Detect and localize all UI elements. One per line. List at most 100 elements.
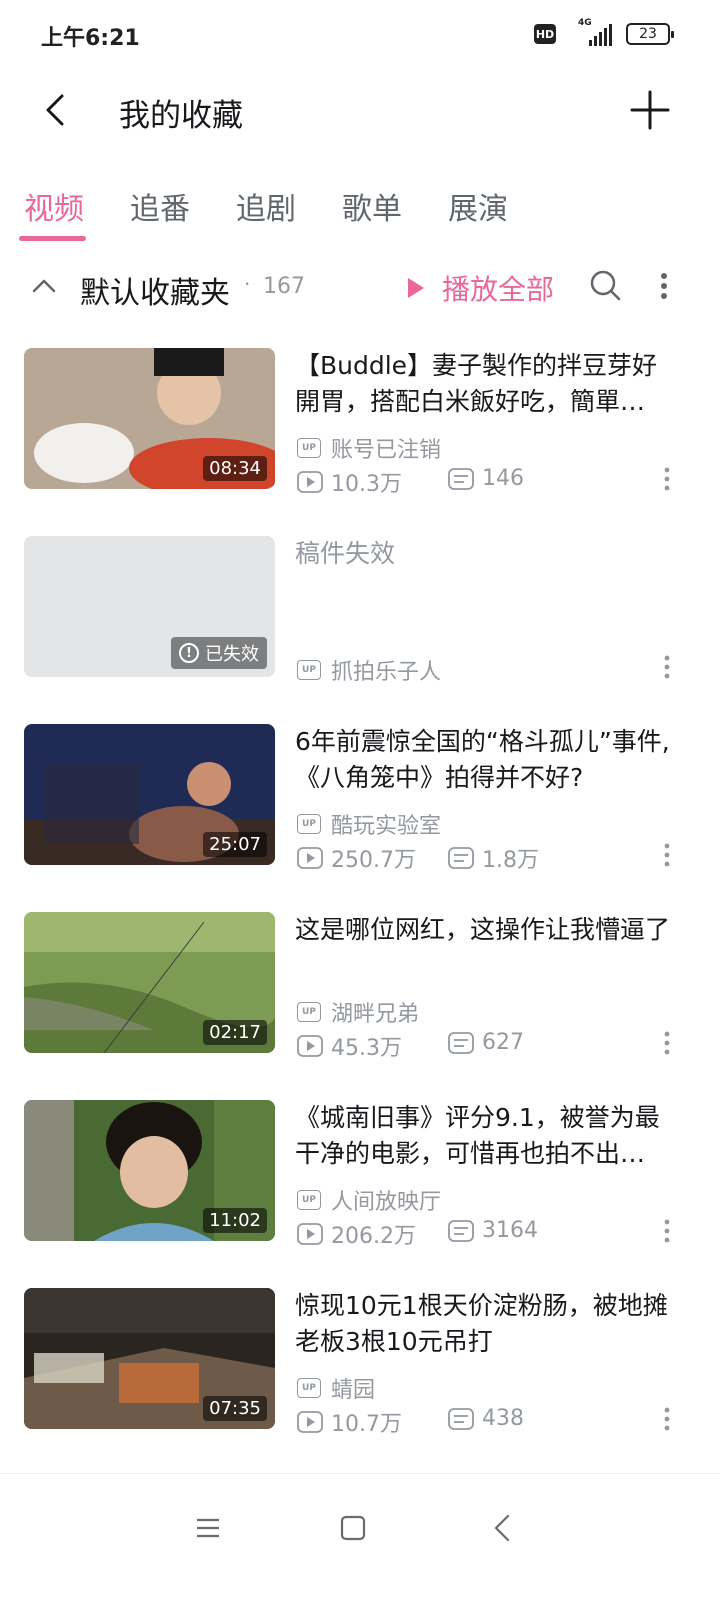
views-count: 206.2万 [331,1224,416,1249]
video-more-button[interactable] [658,654,676,680]
video-item[interactable]: 25:07 6年前震惊全国的“格斗孤儿”事件,《八角笼中》拍得并不好? UP 酷… [0,706,720,873]
more-vertical-icon [664,843,670,867]
video-views: 250.7万 [297,842,416,874]
battery-icon: 23 [626,23,674,45]
video-duration: 08:34 [203,456,267,481]
home-square-icon [340,1515,366,1541]
video-duration: 07:35 [203,1396,267,1421]
play-all-button[interactable]: 播放全部 [408,268,554,308]
video-more-button[interactable] [658,1218,676,1244]
uploader-name: 账号已注销 [331,438,442,463]
danmaku-icon [448,1031,474,1054]
system-nav-bar [0,1473,720,1600]
video-more-button[interactable] [658,842,676,868]
tab-video[interactable]: 视频 [24,184,84,228]
uploader-name: 抓拍乐子人 [331,660,442,685]
video-title: 这是哪位网红，这操作让我懵逼了 [295,915,671,944]
video-danmaku: 438 [448,1406,524,1431]
chevron-left-icon [46,94,64,126]
video-danmaku: 627 [448,1030,524,1055]
tab-anime[interactable]: 追番 [130,184,190,228]
header: 我的收藏 [0,68,720,152]
video-more-button[interactable] [658,1406,676,1432]
danmaku-count: 146 [482,466,524,491]
video-thumbnail: 02:17 [24,912,275,1053]
page-title: 我的收藏 [119,98,243,134]
danmaku-count: 627 [482,1030,524,1055]
video-views: 10.3万 [297,466,402,498]
video-uploader: UP 酷玩实验室 [297,808,441,840]
collapse-button[interactable] [30,272,58,300]
tab-playlist[interactable]: 歌单 [342,184,402,228]
video-item[interactable]: 11:02 《城南旧事》评分9.1，被誉为最干净的电影，可惜再也拍不出… UP … [0,1082,720,1249]
menu-icon [197,1518,219,1538]
danmaku-count: 3164 [482,1218,538,1243]
search-icon [590,270,621,301]
video-duration: 02:17 [203,1020,267,1045]
add-button[interactable] [628,88,672,132]
more-vertical-icon [664,1407,670,1431]
video-duration: 25:07 [203,832,267,857]
uploader-name: 人间放映厅 [331,1190,442,1215]
video-uploader: UP 账号已注销 [297,432,441,464]
views-count: 250.7万 [331,848,416,873]
views-count: 10.3万 [331,472,402,497]
danmaku-count: 1.8万 [482,848,539,873]
more-vertical-icon [664,655,670,679]
video-danmaku: 146 [448,466,524,491]
video-more-button[interactable] [658,466,676,492]
status-bar: 上午6:21 HD 4G 23 [0,0,720,68]
more-vertical-icon [664,467,670,491]
video-title: 稿件失效 [295,539,396,568]
back-button[interactable] [36,88,76,132]
video-title: 《城南旧事》评分9.1，被誉为最干净的电影，可惜再也拍不出… [295,1103,660,1168]
play-count-icon [297,1411,323,1433]
video-item-invalid[interactable]: ! 已失效 稿件失效 UP 抓拍乐子人 [0,518,720,685]
video-views: 45.3万 [297,1030,402,1062]
more-vertical-icon [664,1031,670,1055]
danmaku-icon [448,847,474,869]
tab-show[interactable]: 展演 [448,184,508,228]
video-more-button[interactable] [658,1030,676,1056]
folder-header: 默认收藏夹 · 167 播放全部 [0,258,720,316]
uploader-name: 蜻园 [331,1378,376,1403]
status-icons: HD 4G 23 [534,18,674,46]
danmaku-icon [448,1407,474,1430]
folder-more-button[interactable] [650,268,678,304]
video-danmaku: 3164 [448,1218,538,1243]
danmaku-icon [448,467,474,490]
chevron-left-icon [494,1514,510,1542]
more-vertical-icon [664,1219,670,1243]
more-vertical-icon [661,273,667,299]
video-item[interactable]: 02:17 这是哪位网红，这操作让我懵逼了 UP 湖畔兄弟 45.3万 627 [0,894,720,1061]
video-title: 6年前震惊全国的“格斗孤儿”事件,《八角笼中》拍得并不好? [295,727,670,792]
uploader-name: 酷玩实验室 [331,814,442,839]
video-item[interactable]: 08:34 【Buddle】妻子製作的拌豆芽好開胃，搭配白米飯好吃，簡單… UP… [0,330,720,497]
play-count-icon [297,1035,323,1057]
play-icon [408,278,424,298]
play-count-icon [297,1223,323,1245]
home-button[interactable] [333,1508,373,1548]
menu-button[interactable] [188,1508,228,1548]
video-thumbnail: ! 已失效 [24,536,275,677]
video-uploader: UP 人间放映厅 [297,1184,441,1216]
video-item[interactable]: 07:35 惊现10元1根天价淀粉肠，被地摊老板3根10元吊打 UP 蜻园 10… [0,1270,720,1437]
video-thumbnail: 07:35 [24,1288,275,1429]
tab-bar: 视频 追番 追剧 歌单 展演 [0,170,720,246]
views-count: 10.7万 [331,1412,402,1437]
video-uploader: UP 抓拍乐子人 [297,654,441,686]
chevron-up-icon [32,279,56,293]
video-title: 【Buddle】妻子製作的拌豆芽好開胃，搭配白米飯好吃，簡單… [295,351,658,416]
tab-drama[interactable]: 追剧 [236,184,296,228]
video-thumbnail: 08:34 [24,348,275,489]
system-back-button[interactable] [482,1508,522,1548]
up-badge-icon: UP [297,1002,321,1022]
danmaku-count: 438 [482,1406,524,1431]
hd-icon: HD [534,24,556,44]
tab-active-indicator [19,236,86,241]
folder-count: 167 [263,274,305,299]
up-badge-icon: UP [297,1378,321,1398]
up-badge-icon: UP [297,814,321,834]
status-time: 上午6:21 [41,26,140,51]
search-button[interactable] [588,268,624,304]
